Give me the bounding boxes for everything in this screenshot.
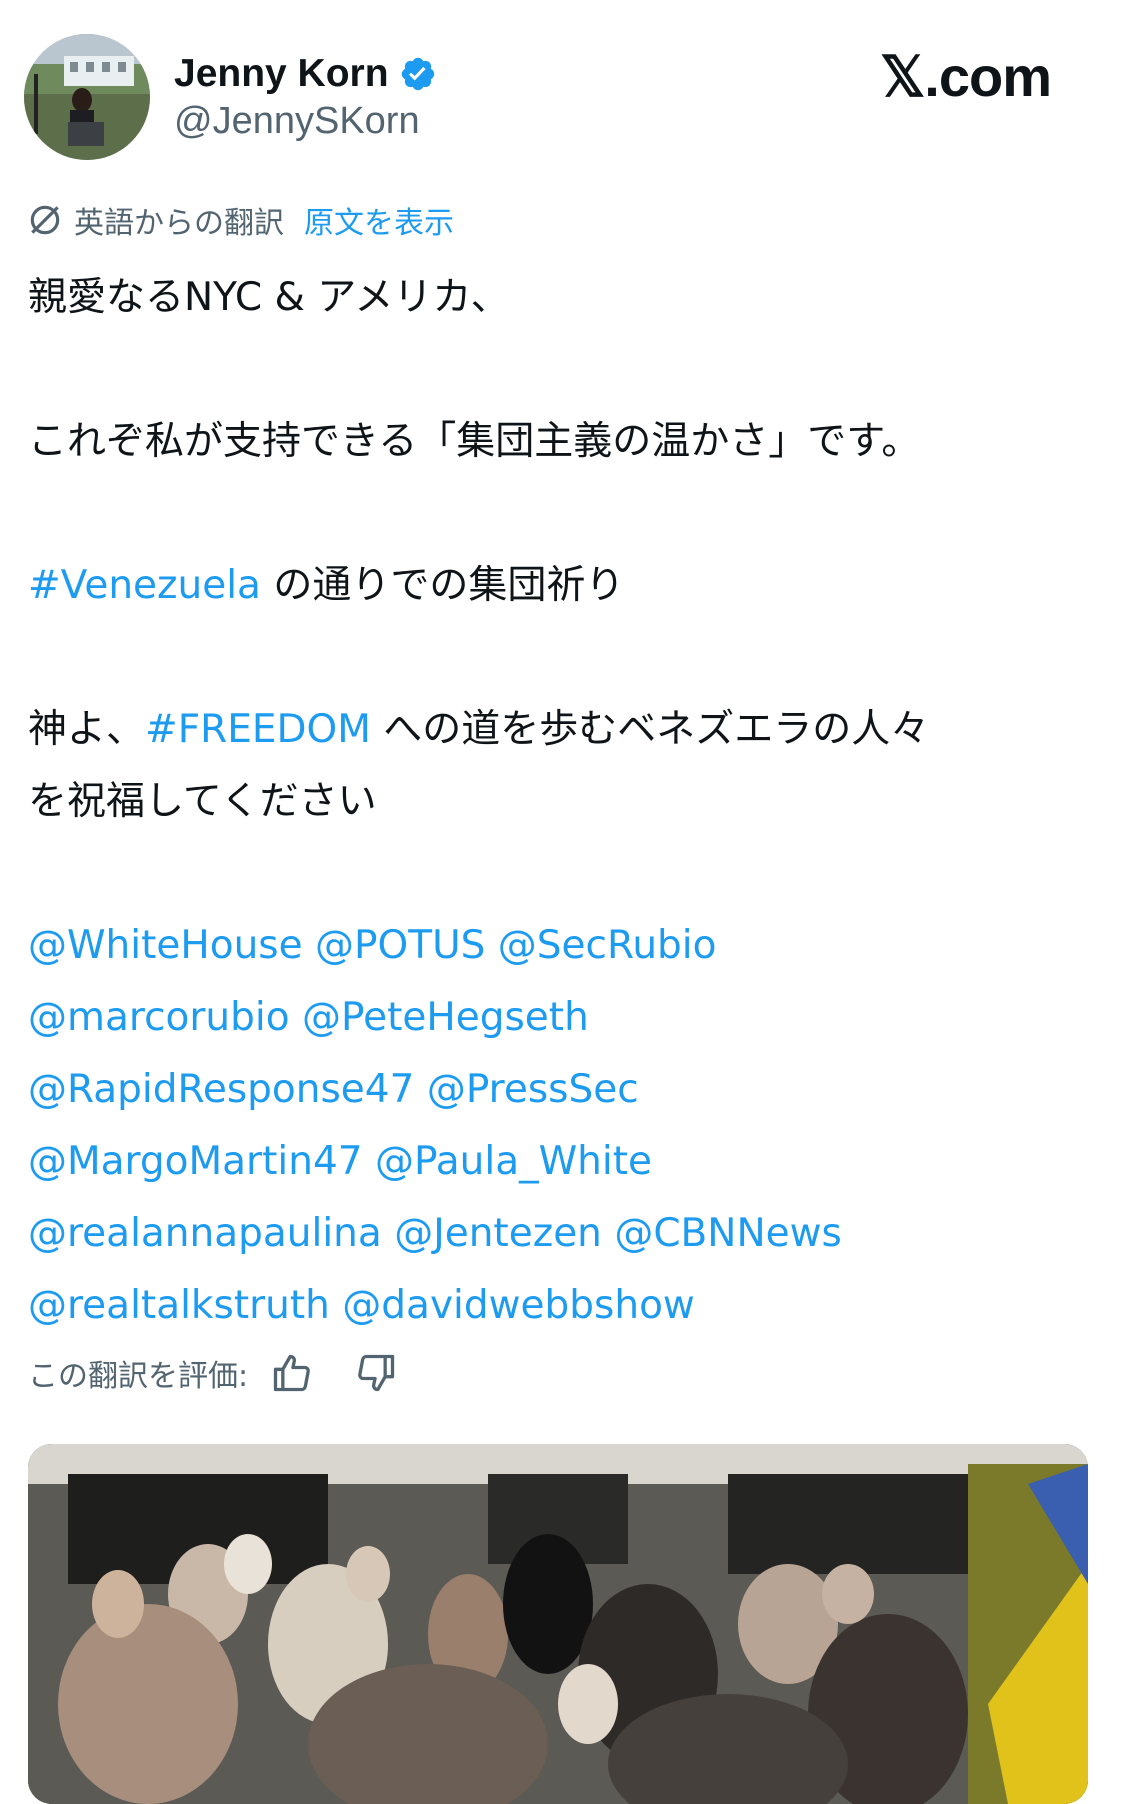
- mention-line: @realtalkstruth @davidwebbshow: [28, 1270, 1098, 1342]
- tweet-line: これぞ私が支持できる「集団主義の温かさ」です。: [28, 419, 921, 464]
- thumbs-up-icon[interactable]: [270, 1351, 314, 1395]
- mention-line: @MargoMartin47 @Paula_White: [28, 1126, 1098, 1198]
- show-original-link[interactable]: 原文を表示: [304, 198, 454, 242]
- tweet-text: 親愛なるNYC & アメリカ、 これぞ私が支持できる「集団主義の温かさ」です。 …: [28, 262, 1098, 1342]
- tweet-header: Jenny Korn @JennySKorn 𝕏.com: [0, 0, 1125, 180]
- mention-link[interactable]: @Jentezen: [394, 1211, 602, 1256]
- rate-translation-label: この翻訳を評価:: [28, 1359, 249, 1394]
- video-thumbnail[interactable]: [28, 1444, 1088, 1804]
- mention-link[interactable]: @PressSec: [427, 1067, 639, 1112]
- mention-link[interactable]: @CBNNews: [614, 1211, 842, 1256]
- avatar[interactable]: [24, 34, 150, 160]
- thumbs-down-icon[interactable]: [354, 1351, 398, 1395]
- translate-icon: [30, 205, 60, 235]
- tweet-line: 神よ、#FREEDOM への道を歩むベネズエラの人々: [28, 694, 1098, 766]
- mention-link[interactable]: @realannapaulina: [28, 1211, 382, 1256]
- site-logo: 𝕏.com: [880, 45, 1052, 108]
- mention-link[interactable]: @WhiteHouse: [28, 923, 303, 968]
- tweet-line: #Venezuela の通りでの集団祈り: [28, 550, 1098, 622]
- mention-link[interactable]: @SecRubio: [498, 923, 717, 968]
- mention-line: @WhiteHouse @POTUS @SecRubio: [28, 910, 1098, 982]
- user-handle[interactable]: @JennySKorn: [174, 100, 420, 143]
- mention-link[interactable]: @PeteHegseth: [302, 995, 589, 1040]
- crowd-prayer-video-frame: [28, 1444, 1088, 1804]
- mention-link[interactable]: @RapidResponse47: [28, 1067, 414, 1112]
- mention-line: @marcorubio @PeteHegseth: [28, 982, 1098, 1054]
- hashtag-link[interactable]: #FREEDOM: [145, 707, 371, 752]
- translated-from-label: 英語からの翻訳: [74, 206, 284, 241]
- mention-link[interactable]: @Paula_White: [375, 1139, 652, 1184]
- tweet-line: 親愛なるNYC & アメリカ、: [28, 275, 510, 320]
- rate-translation-bar: この翻訳を評価:: [28, 1348, 398, 1398]
- mention-line: @realannapaulina @Jentezen @CBNNews: [28, 1198, 1098, 1270]
- translation-bar: 英語からの翻訳 原文を表示: [26, 198, 454, 242]
- mention-link[interactable]: @MargoMartin47: [28, 1139, 363, 1184]
- mention-link[interactable]: @davidwebbshow: [342, 1283, 695, 1328]
- mention-link[interactable]: @realtalkstruth: [28, 1283, 330, 1328]
- tweet-line: を祝福してください: [28, 779, 377, 824]
- mention-link[interactable]: @marcorubio: [28, 995, 290, 1040]
- avatar-photo: [24, 34, 150, 160]
- tweet-text-segment: への道を歩むベネズエラの人々: [370, 707, 930, 752]
- mention-line: @RapidResponse47 @PressSec: [28, 1054, 1098, 1126]
- mention-link[interactable]: @POTUS: [315, 923, 485, 968]
- hashtag-link[interactable]: #Venezuela: [28, 563, 261, 608]
- tweet-text-segment: の通りでの集団祈り: [260, 563, 625, 608]
- display-name[interactable]: Jenny Korn: [174, 52, 389, 96]
- tweet-text-segment: 神よ、: [28, 707, 146, 752]
- verified-badge-icon: [401, 57, 434, 91]
